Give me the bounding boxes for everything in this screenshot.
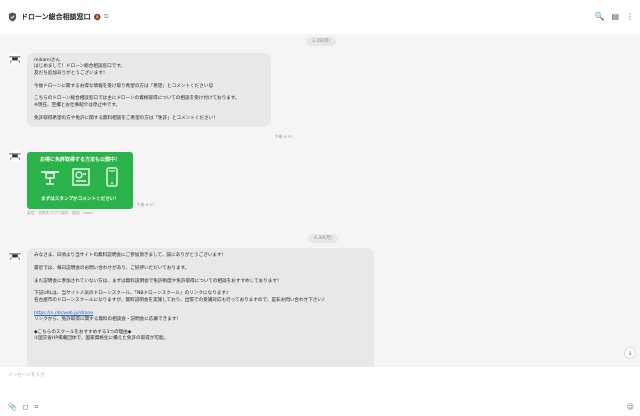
avatar[interactable] — [8, 250, 22, 262]
drone-icon — [9, 253, 21, 260]
promo-footer: まずはスタンプかコメントください！ — [41, 197, 119, 202]
message-bubble[interactable]: mikamiさん はじめまして！ドローン総合相談窓口です。 友だち追加ありがとう… — [27, 53, 271, 128]
message-actions[interactable]: 返信 · 名前をつけて保存 · 配信 · Keep — [27, 210, 93, 216]
notes-icon[interactable]: ▤ — [611, 12, 619, 22]
arrow-down-icon: ↓ — [627, 349, 633, 357]
more-icon[interactable]: ⋮ — [626, 12, 634, 22]
bell-off-icon[interactable]: 🔕 — [94, 14, 101, 21]
shield-icon — [8, 12, 17, 22]
promo-icons — [39, 166, 123, 190]
certificate-icon — [72, 168, 90, 186]
message-time: 午後 6:57 — [137, 202, 155, 207]
message-bubble[interactable]: みなさま、日頃より当サイトの無料説明会にご参加頂きまして、誠にありがとうございま… — [27, 248, 374, 367]
drone-icon — [9, 56, 21, 63]
drone-icon — [9, 153, 21, 160]
chat-title: ドローン総合相談窓口 — [21, 13, 91, 21]
message-time: 午後 6:57 — [275, 134, 293, 139]
copy-icon[interactable]: ⧉ — [104, 13, 108, 21]
message-line: 免許取得希望の方や免許に関する無料相談をご希望の方は「免許」とコメントください！ — [34, 115, 218, 121]
promo-image[interactable]: お得に免許取得する方法も公開中！ まずはスタンプかコメントください！ — [27, 152, 133, 209]
scroll-down-button[interactable]: ↓ — [624, 347, 636, 359]
attach-icon[interactable]: 📎 — [8, 403, 17, 411]
date-separator: 4.30(月) — [308, 234, 339, 243]
search-icon[interactable]: 🔍 — [594, 12, 604, 22]
input-toolbar: 📎 ◻ ⌗ — [8, 403, 38, 411]
message-input[interactable]: メッセージを入力 — [8, 372, 45, 378]
header-actions: 🔍 ▤ ⋮ — [594, 12, 634, 22]
message-line: こちらのドローン総合相談窓口では主にドローンの資格取得についての相談を受け付けて… — [34, 96, 240, 102]
message-link[interactable]: https://n.nbcweb.jp/drone — [34, 311, 93, 316]
avatar[interactable] — [8, 150, 22, 162]
crop-icon[interactable]: ⌗ — [35, 403, 39, 411]
emoji-icon[interactable]: ☺ — [627, 403, 634, 411]
message-line: 名古屋市のドローンスクールになりますが、無料説明会を実施しており、出張での受講対… — [34, 297, 325, 303]
smartphone-icon — [106, 167, 118, 187]
image-icon[interactable]: ◻ — [23, 403, 29, 411]
date-separator: 3.28(月) — [306, 37, 337, 46]
chat-area[interactable]: 3.28(月) mikamiさん はじめまして！ドローン総合相談窓口です。 友だ… — [0, 34, 640, 367]
chat-header: ドローン総合相談窓口 🔕 ⧉ 🔍 ▤ ⋮ — [0, 0, 640, 34]
drone-icon — [41, 171, 59, 185]
promo-title: お得に免許取得する方法も公開中！ — [39, 157, 120, 163]
avatar[interactable] — [8, 53, 22, 65]
message-input-area[interactable]: メッセージを入力 📎 ◻ ⌗ ☺ — [0, 367, 640, 416]
message-line: ①国交省HP掲載団体で、国家資格化に備えた免許の取得が可能。 — [34, 336, 169, 342]
